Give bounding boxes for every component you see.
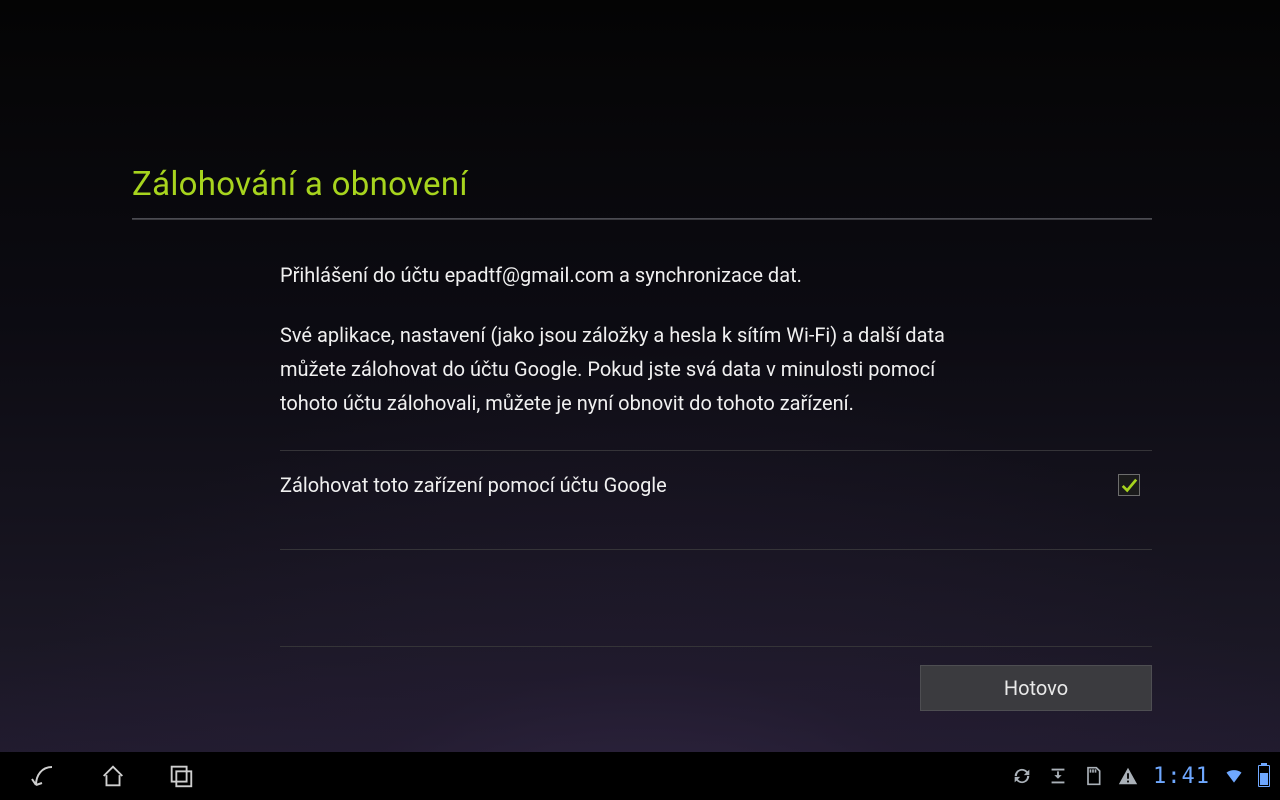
nav-buttons xyxy=(10,761,196,791)
backup-checkbox-row[interactable]: Zálohovat toto zařízení pomocí účtu Goog… xyxy=(280,451,1152,519)
wifi-icon xyxy=(1224,766,1244,786)
recent-apps-icon xyxy=(167,762,195,790)
backup-checkbox[interactable] xyxy=(1118,474,1140,496)
checkmark-icon xyxy=(1120,476,1138,494)
recent-apps-button[interactable] xyxy=(166,761,196,791)
settings-page: Zálohování a obnovení Přihlášení do účtu… xyxy=(132,165,1152,711)
sd-card-icon xyxy=(1083,765,1103,787)
clock: 1:41 xyxy=(1153,764,1210,789)
page-title: Zálohování a obnovení xyxy=(132,165,1152,204)
warning-icon xyxy=(1117,765,1139,787)
backup-description-text: Své aplikace, nastavení (jako jsou zálož… xyxy=(280,318,980,420)
status-tray[interactable]: 1:41 xyxy=(1011,764,1270,789)
home-button[interactable] xyxy=(98,761,128,791)
back-button[interactable] xyxy=(30,761,60,791)
battery-icon xyxy=(1258,765,1270,787)
signin-status-text: Přihlášení do účtu epadtf@gmail.com a sy… xyxy=(280,260,1152,290)
done-button[interactable]: Hotovo xyxy=(920,665,1152,711)
title-divider xyxy=(132,218,1152,220)
content-area: Přihlášení do účtu epadtf@gmail.com a sy… xyxy=(280,260,1152,711)
back-icon xyxy=(30,761,60,791)
divider xyxy=(280,549,1152,550)
download-icon xyxy=(1047,765,1069,787)
divider xyxy=(280,646,1152,647)
backup-checkbox-label: Zálohovat toto zařízení pomocí účtu Goog… xyxy=(280,473,667,497)
home-icon xyxy=(99,762,127,790)
sync-icon xyxy=(1011,765,1033,787)
action-row: Hotovo xyxy=(280,665,1152,711)
system-bar: 1:41 xyxy=(0,752,1280,800)
